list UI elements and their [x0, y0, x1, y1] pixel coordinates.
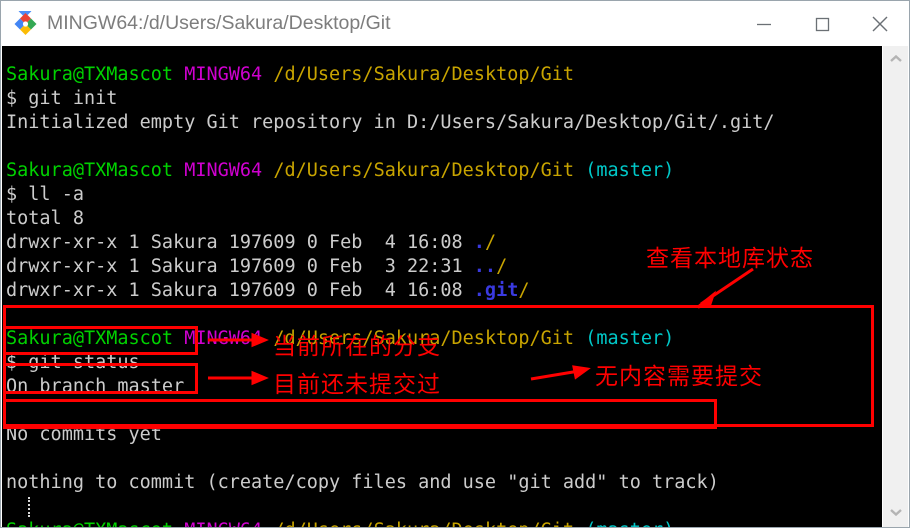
scroll-down-arrow-icon[interactable] — [883, 501, 908, 523]
terminal-line-15: No commits yet — [6, 424, 162, 445]
scroll-up-arrow-icon[interactable] — [883, 48, 908, 70]
terminal-line-13: On branch master — [6, 376, 185, 397]
terminal-line-5: $ ll -a — [6, 184, 84, 205]
close-button[interactable] — [851, 1, 909, 46]
window-title: MINGW64:/d/Users/Sakura/Desktop/Git — [47, 12, 391, 34]
terminal-line-6: total 8 — [6, 208, 84, 229]
terminal-line-7: drwxr-xr-x 1 Sakura 197609 0 Feb 4 16:08… — [6, 232, 497, 253]
git-bash-icon — [12, 4, 38, 37]
terminal-output-area[interactable]: Sakura@TXMascot MINGW64 /d/Users/Sakura/… — [2, 46, 885, 527]
terminal-line-18 — [6, 495, 775, 519]
git-bash-window: MINGW64:/d/Users/Sakura/Desktop/Git Saku… — [0, 0, 910, 528]
terminal-line-9: drwxr-xr-x 1 Sakura 197609 0 Feb 4 16:08… — [6, 280, 530, 301]
terminal-cursor — [28, 497, 32, 517]
terminal-line-19: Sakura@TXMascot MINGW64 /d/Users/Sakura/… — [6, 519, 775, 527]
terminal-line-1: $ git init — [6, 88, 118, 109]
terminal-line-8: drwxr-xr-x 1 Sakura 197609 0 Feb 3 22:31… — [6, 256, 508, 277]
terminal-line-4: Sakura@TXMascot MINGW64 /d/Users/Sakura/… — [6, 160, 675, 181]
terminal-line-12: $ git status — [6, 352, 140, 373]
terminal-text: Sakura@TXMascot MINGW64 /d/Users/Sakura/… — [6, 63, 775, 527]
terminal-line-14 — [6, 399, 775, 423]
maximize-button[interactable] — [793, 1, 851, 46]
title-bar: MINGW64:/d/Users/Sakura/Desktop/Git — [1, 1, 909, 46]
terminal-line-3 — [6, 135, 775, 159]
minimize-button[interactable] — [735, 1, 793, 46]
terminal-line-11: Sakura@TXMascot MINGW64 /d/Users/Sakura/… — [6, 328, 675, 349]
terminal-line-17: nothing to commit (create/copy files and… — [6, 472, 719, 493]
terminal-line-0: Sakura@TXMascot MINGW64 /d/Users/Sakura/… — [6, 64, 575, 85]
terminal-line-2: Initialized empty Git repository in D:/U… — [6, 112, 775, 133]
terminal-line-10 — [6, 303, 775, 327]
terminal-line-16 — [6, 447, 775, 471]
vertical-scrollbar[interactable] — [882, 46, 908, 527]
